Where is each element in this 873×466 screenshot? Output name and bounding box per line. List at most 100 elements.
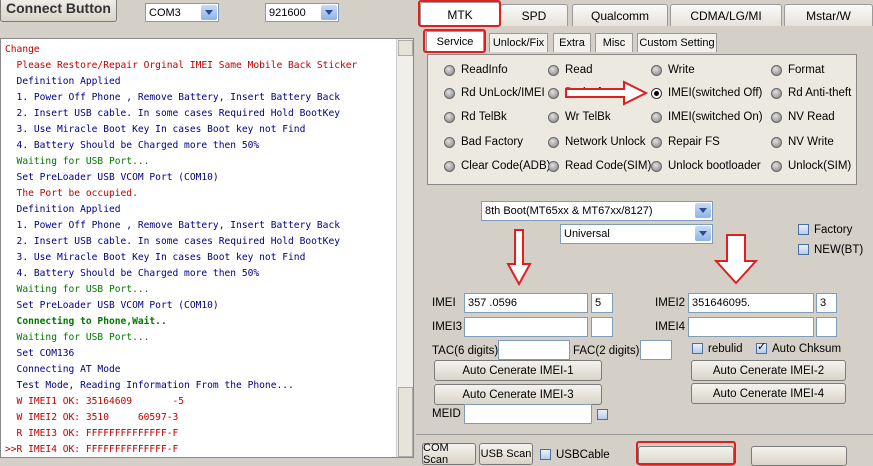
red-down-arrow-icon xyxy=(714,234,758,285)
radio-button[interactable] xyxy=(651,87,662,99)
radio-button[interactable] xyxy=(444,64,455,76)
newbt-checkbox[interactable]: NEW(BT) xyxy=(798,244,863,256)
option-nv-read[interactable]: NV Read xyxy=(771,111,835,123)
option-read[interactable]: Read xyxy=(548,64,593,76)
right-panel: MTK SPD Qualcomm CDMA/LG/MI Mstar/W Serv… xyxy=(416,0,873,466)
radio-button[interactable] xyxy=(771,136,782,148)
imei3-field[interactable] xyxy=(464,317,588,337)
imei1-field[interactable]: 357 .0596 xyxy=(464,293,588,313)
radio-button[interactable] xyxy=(548,136,559,148)
log-line: Connecting to Phone,Wait.. xyxy=(5,316,167,327)
radio-button[interactable] xyxy=(548,111,559,123)
log-line: R IMEI3 OK: FFFFFFFFFFFFFF-F xyxy=(5,428,179,439)
option-label: Wr TelBk xyxy=(565,111,611,123)
imei1-check-field[interactable]: 5 xyxy=(591,293,613,313)
tac-field[interactable] xyxy=(498,340,570,360)
tab-spd[interactable]: SPD xyxy=(500,4,568,26)
tab-unlock-fix[interactable]: Unlock/Fix xyxy=(489,33,548,52)
tab-custom-setting[interactable]: Custom Setting xyxy=(637,33,717,52)
usb-scan-button[interactable]: USB Scan xyxy=(479,443,533,465)
option-label: Unlock(SIM) xyxy=(788,160,852,172)
imei3-check-field[interactable] xyxy=(591,317,613,337)
option-readinfo[interactable]: ReadInfo xyxy=(444,64,508,76)
stop-button[interactable] xyxy=(751,446,847,466)
tab-mstar[interactable]: Mstar/W xyxy=(784,4,873,26)
radio-button[interactable] xyxy=(444,87,455,99)
top-toolbar: Connect Button COM3 921600 xyxy=(0,0,415,36)
option-network-unlock[interactable]: Network Unlock xyxy=(548,136,646,148)
connect-button[interactable]: Connect Button xyxy=(0,0,117,22)
scroll-up-arrow-icon[interactable] xyxy=(398,40,413,56)
radio-button[interactable] xyxy=(548,64,559,76)
log-scrollbar[interactable] xyxy=(396,39,413,457)
imei1-label: IMEI xyxy=(432,297,456,309)
newbt-check[interactable] xyxy=(798,244,809,256)
radio-button[interactable] xyxy=(651,160,662,172)
generate-imei4-button[interactable]: Auto Cenerate IMEI-4 xyxy=(691,383,846,404)
radio-button[interactable] xyxy=(444,136,455,148)
option-imei-switched-on[interactable]: IMEI(switched On) xyxy=(651,111,763,123)
rebulid-label: rebulid xyxy=(708,343,743,355)
auto-chksum-check[interactable] xyxy=(756,340,767,355)
option-imei-switched-off[interactable]: IMEI(switched Off) xyxy=(651,87,762,99)
factory-checkbox[interactable]: Factory xyxy=(798,224,852,236)
radio-button[interactable] xyxy=(651,136,662,148)
baud-rate-value: 921600 xyxy=(269,6,306,19)
generate-imei2-button[interactable]: Auto Cenerate IMEI-2 xyxy=(691,360,846,381)
imei4-check-field[interactable] xyxy=(816,317,837,337)
option-label: Bad Factory xyxy=(461,136,523,148)
radio-button[interactable] xyxy=(548,160,559,172)
radio-button[interactable] xyxy=(771,64,782,76)
imei2-check-field[interactable]: 3 xyxy=(816,293,837,313)
baud-rate-select[interactable]: 921600 xyxy=(265,3,339,22)
option-repair-fs[interactable]: Repair FS xyxy=(651,136,720,148)
imei2-field[interactable]: 351646095. xyxy=(688,293,814,313)
radio-button[interactable] xyxy=(771,111,782,123)
option-rd-anti-theft[interactable]: Rd Anti-theft xyxy=(771,87,851,99)
meid-field[interactable] xyxy=(464,404,592,424)
log-line: 1. Power Off Phone , Remove Battery, Ins… xyxy=(5,92,341,103)
radio-button[interactable] xyxy=(651,111,662,123)
imei4-field[interactable] xyxy=(688,317,814,337)
option-rd-telbk[interactable]: Rd TelBk xyxy=(444,111,507,123)
option-label: NV Write xyxy=(788,136,834,148)
option-format[interactable]: Format xyxy=(771,64,824,76)
scroll-thumb[interactable] xyxy=(398,387,413,457)
radio-button[interactable] xyxy=(548,87,559,99)
auto-chksum-checkbox[interactable]: Auto Chksum xyxy=(756,340,841,355)
radio-button[interactable] xyxy=(771,87,782,99)
log-line: >>R IMEI4 OK: FFFFFFFFFFFFFF-F xyxy=(5,444,179,455)
option-unlock-bootloader[interactable]: Unlock bootloader xyxy=(651,160,761,172)
tab-cdma[interactable]: CDMA/LG/MI xyxy=(670,4,782,26)
tab-extra[interactable]: Extra xyxy=(553,33,591,52)
rebulid-check[interactable] xyxy=(692,343,703,355)
generate-imei3-button[interactable]: Auto Cenerate IMEI-3 xyxy=(434,384,602,405)
com-scan-button[interactable]: COM Scan xyxy=(422,442,476,466)
option-read-code-sim[interactable]: Read Code(SIM) xyxy=(548,160,651,172)
model-select[interactable]: Universal xyxy=(560,224,713,244)
tab-qualcomm[interactable]: Qualcomm xyxy=(572,4,668,26)
com-port-select[interactable]: COM3 xyxy=(145,3,219,22)
log-line: 2. Insert USB cable. In some cases Requi… xyxy=(5,108,341,119)
tab-misc[interactable]: Misc xyxy=(595,33,633,52)
factory-check[interactable] xyxy=(798,224,809,236)
option-nv-write[interactable]: NV Write xyxy=(771,136,834,148)
generate-imei1-button[interactable]: Auto Cenerate IMEI-1 xyxy=(434,360,602,381)
option-wr-telbk[interactable]: Wr TelBk xyxy=(548,111,611,123)
usb-cable-checkbox[interactable]: USBCable xyxy=(540,449,610,461)
radio-button[interactable] xyxy=(771,160,782,172)
boot-select[interactable]: 8th Boot(MT65xx & MT67xx/8127) xyxy=(481,201,713,221)
option-write[interactable]: Write xyxy=(651,64,695,76)
option-bad-factory[interactable]: Bad Factory xyxy=(444,136,523,148)
rebulid-checkbox[interactable]: rebulid xyxy=(692,343,743,355)
option-rd-unlock-imei[interactable]: Rd UnLock/IMEI xyxy=(444,87,545,99)
meid-check[interactable] xyxy=(597,409,608,421)
radio-button[interactable] xyxy=(651,64,662,76)
usb-cable-check[interactable] xyxy=(540,449,551,461)
radio-button[interactable] xyxy=(444,160,455,172)
fac-field[interactable] xyxy=(640,340,672,360)
option-clear-code-adb[interactable]: Clear Code(ADB) xyxy=(444,160,550,172)
option-label: Unlock bootloader xyxy=(668,160,761,172)
radio-button[interactable] xyxy=(444,111,455,123)
option-unlock-sim[interactable]: Unlock(SIM) xyxy=(771,160,851,172)
